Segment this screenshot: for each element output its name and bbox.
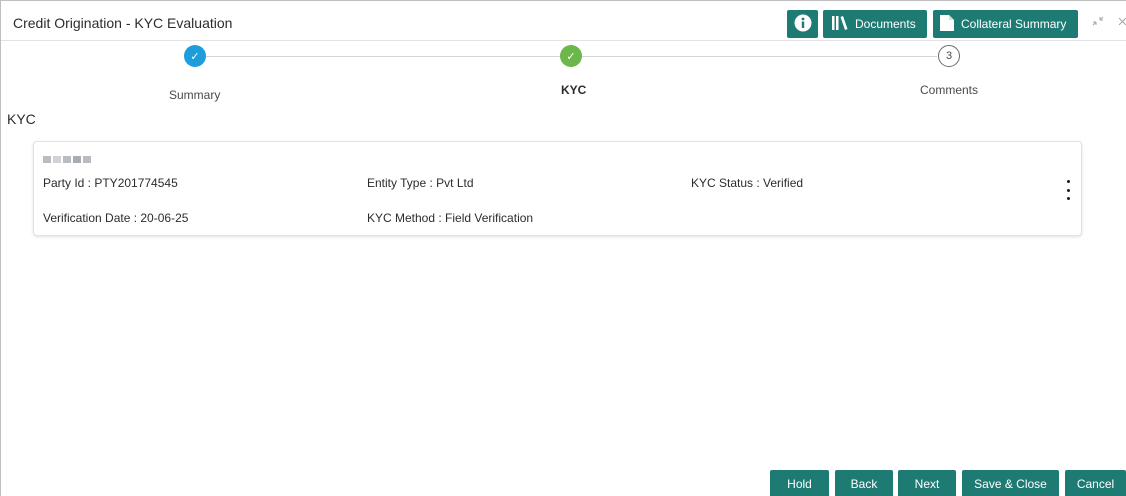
step-kyc-label[interactable]: KYC [561,83,586,97]
kebab-menu-icon[interactable] [1065,180,1071,200]
step-comments-marker[interactable]: 3 [938,45,960,67]
hold-button[interactable]: Hold [770,470,829,496]
document-icon [939,14,955,35]
save-close-button[interactable]: Save & Close [962,470,1059,496]
check-icon: ✓ [566,50,576,63]
back-button[interactable]: Back [835,470,893,496]
step-comments-label[interactable]: Comments [920,83,978,97]
step-summary-label[interactable]: Summary [169,88,220,102]
redacted-party-name [43,156,91,163]
window-frame [0,0,1126,496]
collateral-summary-button[interactable]: Collateral Summary [933,10,1078,38]
stepper-connector [206,56,560,57]
step-number: 3 [945,50,953,62]
info-button[interactable] [787,10,818,38]
kyc-card: Party Id : PTY201774545 Entity Type : Pv… [33,141,1082,236]
kyc-method: KYC Method : Field Verification [367,211,534,225]
stepper-connector [582,56,937,57]
minimize-icon[interactable] [1091,15,1105,30]
entity-type: Entity Type : Pvt Ltd [367,176,474,190]
close-icon[interactable] [1118,15,1126,30]
window-header: Credit Origination - KYC Evaluation Docu… [1,1,1126,41]
info-icon [794,14,812,35]
window-title: Credit Origination - KYC Evaluation [13,15,233,31]
cancel-button[interactable]: Cancel [1065,470,1126,496]
kyc-status: KYC Status : Verified [691,176,804,190]
party-id: Party Id : PTY201774545 [43,176,178,190]
next-button[interactable]: Next [898,470,956,496]
check-icon: ✓ [190,50,200,63]
section-title: KYC [7,111,36,127]
verification-date: Verification Date : 20-06-25 [43,211,189,225]
step-summary-marker[interactable]: ✓ [184,45,206,67]
documents-button[interactable]: Documents [823,10,927,38]
documents-label: Documents [855,17,916,31]
library-icon [831,15,849,34]
step-kyc-marker[interactable]: ✓ [560,45,582,67]
collateral-summary-label: Collateral Summary [961,17,1067,31]
